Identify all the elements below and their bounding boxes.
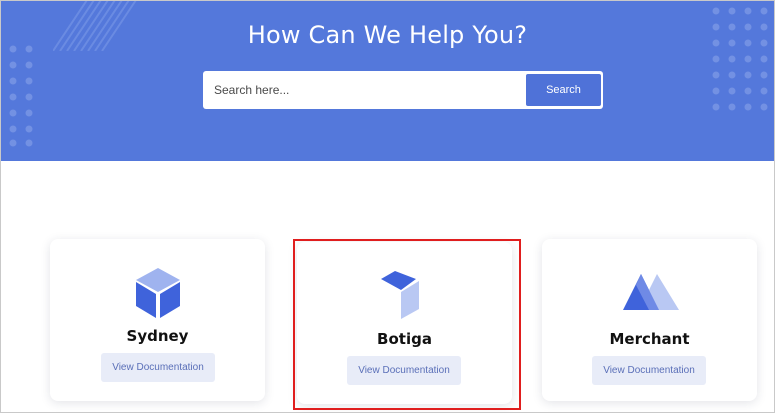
page-title: How Can We Help You? [247,21,528,49]
card-title: Merchant [609,330,690,348]
card-title: Botiga [377,330,432,348]
product-card-botiga[interactable]: Botiga View Documentation [297,242,512,404]
view-documentation-button[interactable]: View Documentation [101,353,215,382]
cube-icon [136,268,180,318]
hero-banner: How Can We Help You? Search [1,1,774,161]
search-input[interactable] [203,71,523,109]
help-page: How Can We Help You? Search Sydney View … [0,0,775,413]
view-documentation-button[interactable]: View Documentation [592,356,706,385]
card-title: Sydney [126,327,189,345]
product-card-merchant[interactable]: Merchant View Documentation [542,239,757,401]
mountain-icon [623,274,679,310]
box-icon [381,271,419,319]
decorative-dots-left [9,45,33,147]
search-button[interactable]: Search [526,74,601,106]
search-bar: Search [203,71,603,109]
product-card-sydney[interactable]: Sydney View Documentation [50,239,265,401]
view-documentation-button[interactable]: View Documentation [347,356,461,385]
